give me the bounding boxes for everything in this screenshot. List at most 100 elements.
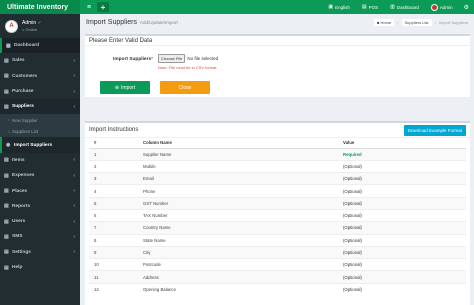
sidebar-item-users[interactable]: ▤ Users ‹ (0, 214, 80, 229)
column-header-number: # (89, 138, 143, 149)
chevron-down-icon: ‹ (73, 103, 75, 110)
row-column-name: Email (143, 172, 343, 185)
sidebar-item-sms[interactable]: ▤ SMS ‹ (0, 229, 80, 244)
import-button[interactable]: ⊕ Import (100, 81, 150, 94)
choose-file-button[interactable]: Choose File (158, 54, 186, 63)
user-status: ● Online (22, 27, 41, 32)
flag-icon: ▣ (328, 4, 334, 10)
chevron-left-icon: ‹ (73, 233, 75, 240)
breadcrumb-home-label: Home (380, 19, 392, 25)
breadcrumb-suppliers-list[interactable]: Suppliers List (401, 18, 432, 26)
row-number: 7 (89, 221, 143, 235)
row-value: (Optional) (343, 159, 466, 173)
table-row: 3 Email (Optional) (89, 172, 466, 185)
main-content: Import Suppliers Add/Update/Import ■ Hom… (80, 14, 474, 305)
page-subtitle: Add/Update/Import (139, 19, 178, 25)
chevron-left-icon: ‹ (73, 57, 75, 64)
circle-icon: ○ (8, 129, 11, 134)
quick-add-button[interactable]: + (97, 2, 109, 12)
row-value: (Optional) (343, 258, 466, 271)
sidebar-item-places[interactable]: ▤ Places ‹ (0, 183, 80, 198)
download-example-button[interactable]: Download Example Format (403, 124, 466, 136)
row-column-name: Country Name (143, 221, 343, 235)
file-format-note: Note: File must be in CSV format (158, 65, 217, 70)
table-row: 9 City (Optional) (89, 245, 466, 259)
user-menu[interactable]: Admin (425, 3, 459, 11)
import-form-box: Please Enter Valid Data Import Suppliers… (85, 34, 470, 97)
sidebar-item-suppliers[interactable]: ▤ Suppliers ‹ (0, 99, 80, 115)
instructions-title: Import Instructions (89, 127, 139, 133)
menu-toggle-icon[interactable]: ≡ (82, 0, 96, 14)
places-icon: ▤ (4, 188, 9, 195)
breadcrumb-separator: › (397, 19, 399, 25)
sidebar-item-purchase[interactable]: ▤ Purchase ‹ (0, 84, 80, 99)
sidebar-item-label: New Supplier (12, 117, 38, 123)
sidebar-item-expenses[interactable]: ▤ Expenses ‹ (0, 168, 80, 183)
sidebar-item-label: Purchase (12, 89, 34, 95)
row-value: (Optional) (343, 208, 466, 222)
row-value: (Optional) (343, 196, 466, 210)
sidebar-item-dashboard[interactable]: ▦ Dashboard (0, 38, 80, 54)
sidebar-item-new-supplier[interactable]: ○ New Supplier (0, 114, 80, 126)
table-row: 4 Phone (Optional) (89, 184, 466, 198)
row-value: (Optional) (343, 270, 466, 284)
table-row: 1 Supplier Name Required (89, 147, 466, 161)
sidebar-item-settings[interactable]: ▤ Settings ‹ (0, 245, 80, 260)
row-number: 1 (89, 147, 143, 161)
chevron-left-icon: ‹ (73, 73, 75, 80)
row-value: (Optional) (343, 282, 466, 296)
table-row: 10 Postcode (Optional) (89, 258, 466, 271)
row-column-name: TAX Number (143, 208, 343, 222)
breadcrumb-home[interactable]: ■ Home (373, 18, 395, 26)
table-row: 6 TAX Number (Optional) (89, 208, 466, 222)
row-value: Required (343, 147, 466, 161)
suppliers-submenu: ○ New Supplier ○ Suppliers List ◉ Import Su… (0, 114, 80, 153)
row-value: (Optional) (343, 233, 466, 247)
row-number: 8 (89, 233, 143, 247)
online-dot-icon: ● (22, 27, 25, 32)
column-header-name: Column Name (143, 138, 343, 149)
items-icon: ▤ (4, 157, 9, 164)
form-title: Please Enter Valid Data (85, 36, 470, 46)
top-navbar: Ultimate Inventory ≡ + ▣ English ▤ POS ▥ Da… (0, 0, 474, 14)
help-icon: ▤ (4, 264, 9, 271)
dashboard-icon: ▥ (390, 4, 395, 10)
row-number: 9 (89, 245, 143, 259)
sidebar-item-import-suppliers[interactable]: ◉ Import Suppliers (0, 137, 80, 153)
dashboard-link[interactable]: ▥ Dashboard (384, 4, 425, 10)
row-value: (Optional) (343, 245, 466, 259)
table-row: 5 GST Number (Optional) (89, 196, 466, 210)
sidebar-item-label: Users (12, 219, 26, 225)
suppliers-icon: ▤ (4, 103, 9, 110)
required-mark: * (151, 57, 153, 62)
chevron-left-icon: ‹ (73, 203, 75, 210)
sidebar-item-help[interactable]: ▤ Help (0, 260, 80, 275)
row-number: 10 (89, 258, 143, 271)
sidebar-item-suppliers-list[interactable]: ○ Suppliers List (0, 126, 80, 138)
import-field-label: Import Suppliers* (107, 57, 153, 62)
breadcrumb-separator: › (434, 19, 436, 25)
row-number: 4 (89, 184, 143, 198)
sidebar-item-label: Customers (12, 73, 38, 79)
circle-icon: ○ (8, 118, 11, 123)
sidebar-item-items[interactable]: ▤ Items ‹ (0, 153, 80, 168)
pos-link[interactable]: ▤ POS (356, 4, 384, 10)
app-logo[interactable]: Ultimate Inventory (0, 0, 80, 14)
table-row: 2 Mobile (Optional) (89, 159, 466, 173)
purchase-icon: ▤ (4, 88, 9, 95)
file-input[interactable]: Choose File No file selected (158, 54, 218, 63)
row-column-name: City (143, 245, 343, 259)
close-button[interactable]: Close (160, 81, 210, 94)
sidebar-item-customers[interactable]: ▤ Customers ‹ (0, 69, 80, 84)
avatar: A (5, 19, 18, 33)
gear-icon[interactable]: ⚙ (459, 4, 474, 11)
breadcrumb: ■ Home › Suppliers List › Import Supplie… (373, 18, 468, 26)
navbar-right: ▣ English ▤ POS ▥ Dashboard Admin ⚙ (322, 0, 474, 14)
sidebar-item-reports[interactable]: ▤ Reports ‹ (0, 199, 80, 214)
chevron-left-icon: ‹ (73, 218, 75, 225)
import-field-label-text: Import Suppliers (113, 57, 152, 62)
language-link[interactable]: ▣ English (322, 4, 356, 10)
reports-icon: ▤ (4, 203, 9, 210)
pos-label: POS (368, 4, 379, 10)
sidebar-item-sales[interactable]: ▤ Sales ‹ (0, 53, 80, 68)
